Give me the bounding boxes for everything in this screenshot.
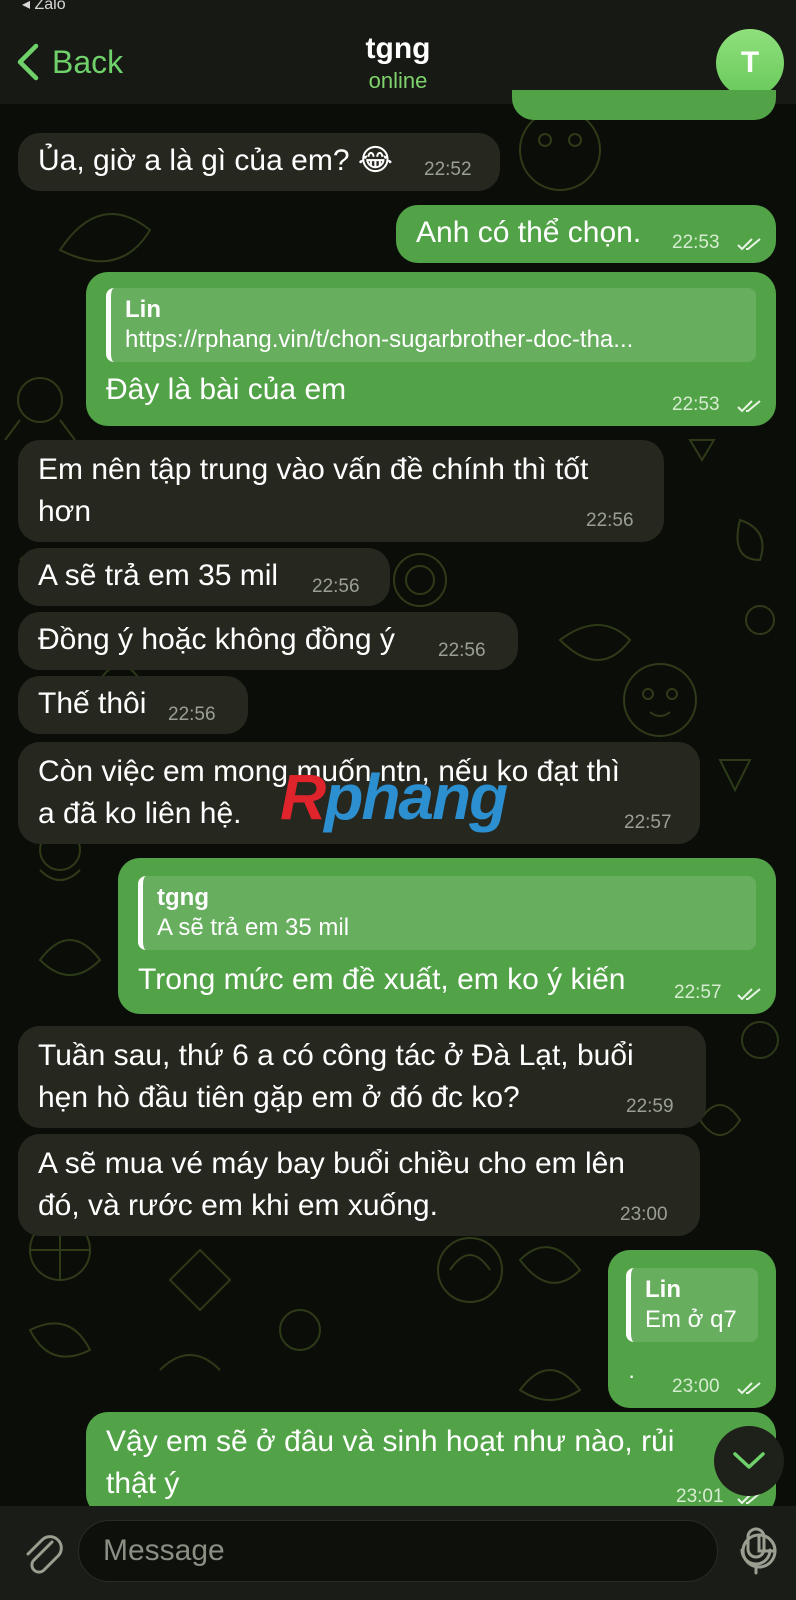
message-text-line: Em nên tập trung vào vấn đề chính thì tố… [38, 453, 589, 486]
reply-preview[interactable]: Lin https://rphang.vin/t/chon-sugarbroth… [106, 288, 756, 362]
status-bar: ◂ Zalo [0, 0, 796, 13]
message-outgoing[interactable]: Vậy em sẽ ở đâu và sinh hoạt như nào, rủ… [86, 1412, 776, 1516]
watermark-first-letter: R [280, 761, 326, 833]
reply-text: Em ở q7 [645, 1306, 737, 1333]
message-text: A sẽ trả em 35 mil [38, 559, 279, 592]
watermark-rest: phang [324, 761, 508, 833]
attach-icon[interactable] [20, 1528, 64, 1576]
message-text: Thế thôi [38, 687, 147, 720]
reply-text: A sẽ trả em 35 mil [157, 914, 350, 941]
scroll-to-bottom-button[interactable] [714, 1426, 784, 1496]
message-text: Đồng ý hoặc không đồng ý [38, 623, 395, 656]
message-time: 22:56 [312, 576, 360, 597]
message-text-line: Vậy em sẽ ở đâu và sinh hoạt như nào, rủ… [106, 1425, 675, 1458]
message-input-bar [0, 1506, 796, 1600]
message-time: 22:56 [168, 704, 216, 725]
message-text: Ủa, giờ a là gì của em? 😂 [38, 144, 393, 177]
message-time: 23:01 [676, 1486, 724, 1507]
reply-text: https://rphang.vin/t/chon-sugarbrother-d… [125, 326, 634, 353]
message-outgoing[interactable]: Lin Em ở q7 · 23:00 [608, 1250, 776, 1408]
reply-author: tgng [157, 884, 209, 911]
message-time: 23:00 [620, 1204, 668, 1225]
message-text: Anh có thể chọn. [416, 216, 642, 249]
mic-icon[interactable] [738, 1526, 774, 1576]
chat-title[interactable]: tgng [0, 32, 796, 66]
message-text-line: Tuần sau, thứ 6 a có công tác ở Đà Lạt, … [38, 1039, 634, 1072]
message-incoming[interactable]: Thế thôi 22:56 [18, 676, 248, 734]
message-outgoing[interactable]: Anh có thể chọn. 22:53 [396, 205, 776, 263]
message-input-field[interactable] [78, 1520, 777, 1582]
message-time: 22:57 [674, 982, 722, 1003]
chat-screen: ◂ Zalo Back tgng online T Ủa, giờ a là g… [0, 0, 796, 1600]
message-time: 23:00 [672, 1376, 720, 1397]
message-text-line: thật ý [106, 1467, 180, 1500]
message-text-line: hơn [38, 495, 92, 528]
message-text-line: đó, và rước em khi em xuống. [38, 1189, 438, 1222]
double-check-icon [737, 988, 761, 1001]
message-text-line: hẹn hò đầu tiên gặp em ở đó đc ko? [38, 1081, 520, 1114]
message-time: 22:56 [586, 510, 634, 531]
message-text: Đây là bài của em [106, 373, 347, 406]
message-time: 22:53 [672, 394, 720, 415]
message-incoming[interactable]: Em nên tập trung vào vấn đề chính thì tố… [18, 440, 664, 542]
message-time: 22:56 [438, 640, 486, 661]
message-time: 22:53 [672, 232, 720, 253]
message-outgoing[interactable]: tgng A sẽ trả em 35 mil Trong mức em đề … [118, 858, 776, 1014]
message-text: · [628, 1363, 636, 1388]
chevron-down-icon [733, 1452, 765, 1469]
message-time: 22:59 [626, 1096, 674, 1117]
double-check-icon [737, 400, 761, 413]
reply-author: Lin [125, 296, 161, 323]
message-incoming[interactable]: Tuần sau, thứ 6 a có công tác ở Đà Lạt, … [18, 1026, 706, 1128]
message-incoming[interactable]: A sẽ mua vé máy bay buổi chiều cho em lê… [18, 1134, 700, 1236]
avatar[interactable]: T [716, 29, 784, 97]
message-text: Trong mức em đề xuất, em ko ý kiến [138, 963, 626, 996]
reply-preview[interactable]: tgng A sẽ trả em 35 mil [138, 876, 756, 950]
message-outgoing[interactable]: Lin https://rphang.vin/t/chon-sugarbroth… [86, 272, 776, 426]
message-time: 22:57 [624, 812, 672, 833]
reply-preview[interactable]: Lin Em ở q7 [626, 1268, 758, 1342]
watermark-logo: Rphang [280, 760, 508, 834]
message-input[interactable] [103, 1534, 623, 1568]
double-check-icon [737, 1382, 761, 1395]
message-text-line: A sẽ mua vé máy bay buổi chiều cho em lê… [38, 1147, 625, 1180]
message-text-line: a đã ko liên hệ. [38, 797, 242, 830]
message-incoming[interactable]: Đồng ý hoặc không đồng ý 22:56 [18, 612, 518, 670]
message-incoming[interactable]: Ủa, giờ a là gì của em? 😂 22:52 [18, 133, 500, 191]
reply-author: Lin [645, 1276, 681, 1303]
message-incoming[interactable]: A sẽ trả em 35 mil 22:56 [18, 548, 390, 606]
double-check-icon [737, 238, 761, 251]
message-time: 22:52 [424, 159, 472, 180]
message-bubble-partial [512, 90, 776, 120]
